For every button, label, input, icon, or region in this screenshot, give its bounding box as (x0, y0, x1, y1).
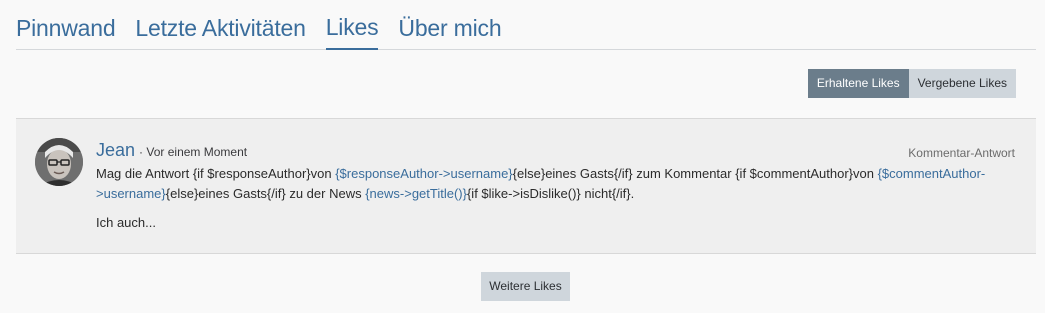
likes-filter-toggle: Erhaltene Likes Vergebene Likes (807, 69, 1016, 98)
tab-letzte-aktivitaeten[interactable]: Letzte Aktivitäten (135, 15, 305, 49)
tab-ueber-mich[interactable]: Über mich (398, 15, 501, 49)
message-text: {else}eines Gasts{/if} zu der News (165, 186, 366, 201)
timestamp: · Vor einem Moment (139, 145, 248, 159)
message-text: {else}eines Gasts{/if} zum Kommentar {if… (512, 166, 878, 181)
liked-content-excerpt: Ich auch... (96, 215, 156, 230)
news-title-link[interactable]: {news->getTitle()} (365, 186, 467, 201)
like-meta: Jean · Vor einem Moment (96, 140, 247, 161)
avatar[interactable] (35, 138, 83, 186)
username-link[interactable]: Jean (96, 140, 135, 161)
message-text: Mag die Antwort {if $responseAuthor}von (96, 166, 336, 181)
like-message: Mag die Antwort {if $responseAuthor}von … (96, 164, 1021, 204)
response-author-link[interactable]: {$responseAuthor->username} (335, 166, 512, 181)
tab-likes[interactable]: Likes (325, 14, 379, 50)
tab-pinnwand[interactable]: Pinnwand (16, 15, 116, 49)
message-text: {if $like->isDislike()} nicht{/if}. (466, 186, 635, 201)
given-likes-button[interactable]: Vergebene Likes (908, 69, 1016, 98)
user-photo-icon (35, 138, 83, 186)
like-type-label: Kommentar-Antwort (908, 146, 1015, 160)
more-likes-button[interactable]: Weitere Likes (481, 272, 570, 301)
like-item: Jean · Vor einem Moment Kommentar-Antwor… (16, 118, 1036, 254)
profile-tabs: Pinnwand Letzte Aktivitäten Likes Über m… (16, 0, 1036, 50)
received-likes-button[interactable]: Erhaltene Likes (807, 69, 909, 98)
